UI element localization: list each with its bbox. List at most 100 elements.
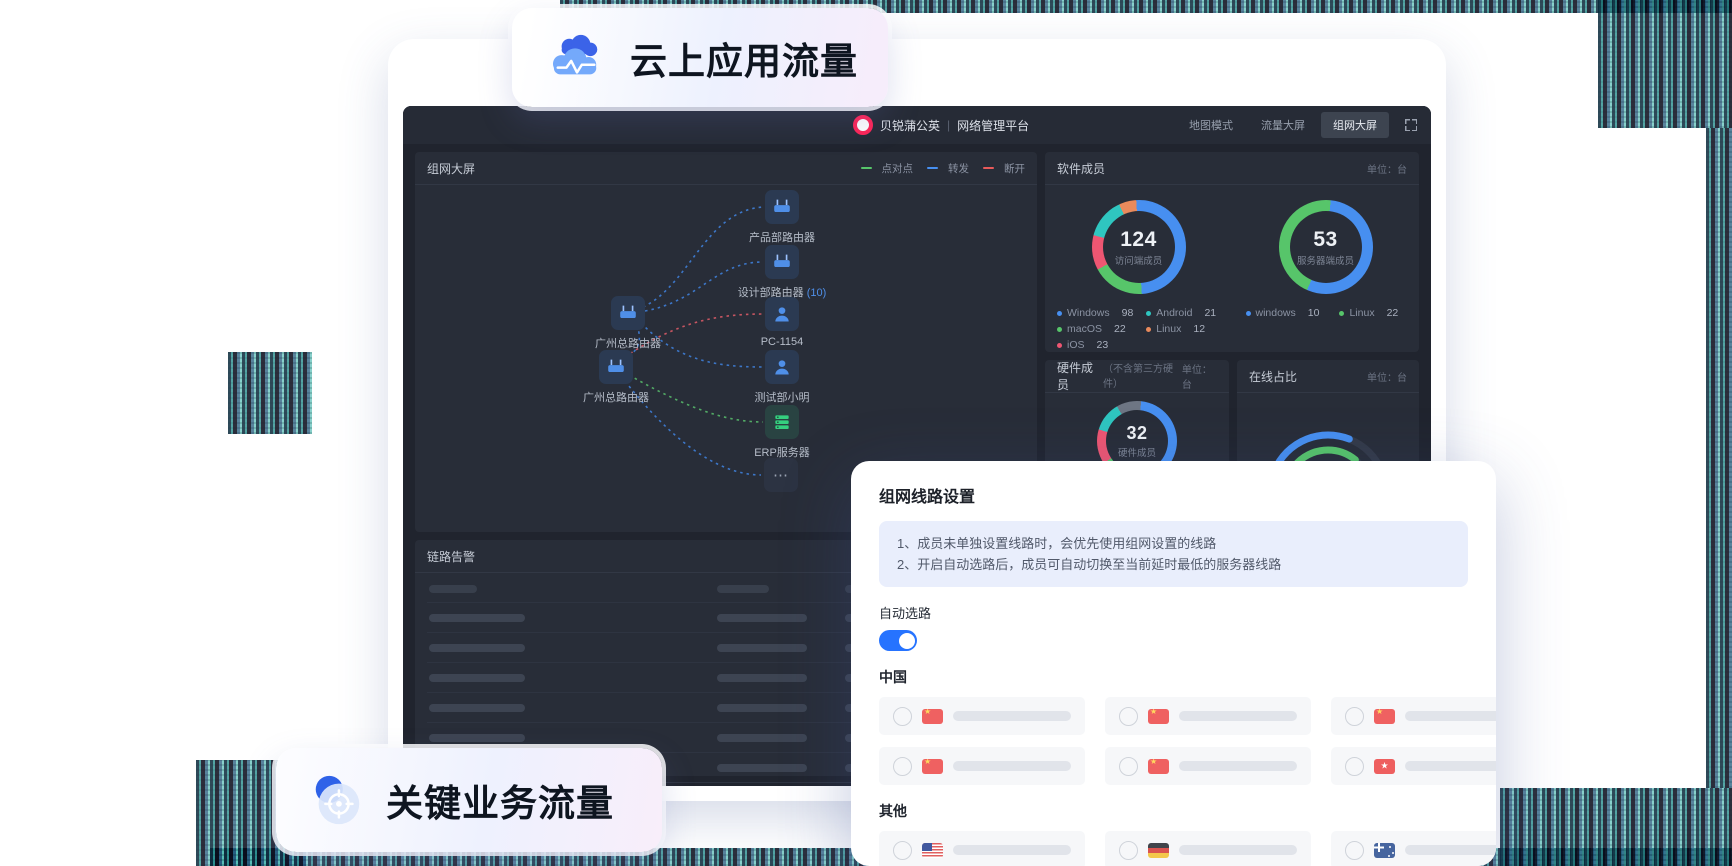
node-gz-main-router-1[interactable]: 广州总路由器 — [578, 296, 678, 351]
radio[interactable] — [1119, 707, 1138, 726]
other-line-options — [879, 831, 1468, 866]
server-members-label: 服务器端成员 — [1297, 253, 1354, 267]
router-icon — [765, 190, 799, 224]
line-option[interactable] — [1331, 831, 1496, 866]
software-members-panel: 软件成员 单位：台 124 访问端成员 — [1045, 152, 1419, 352]
legend-p2p-dash-icon — [861, 167, 872, 169]
fullscreen-icon[interactable] — [1405, 119, 1417, 131]
node-pc-1154[interactable]: PC-1154 — [732, 297, 832, 348]
legend-broken: 断开 — [983, 160, 1025, 176]
cloud-traffic-icon — [546, 33, 608, 83]
line-name-skeleton — [1405, 761, 1496, 771]
radio[interactable] — [1345, 757, 1364, 776]
person-icon — [765, 350, 799, 384]
business-traffic-label: 关键业务流量 — [386, 773, 614, 827]
tip-line-2: 2、开启自动选路后，成员可自动切换至当前延时最低的服务器线路 — [897, 554, 1450, 575]
radio[interactable] — [1119, 757, 1138, 776]
online-unit: 单位：台 — [1367, 369, 1407, 384]
legend-server-windows: windows10 — [1246, 305, 1320, 321]
hardware-members-label: 硬件成员 — [1118, 445, 1156, 459]
radio[interactable] — [893, 841, 912, 860]
line-option[interactable] — [879, 697, 1085, 735]
settings-tips: 1、成员未单独设置线路时，会优先使用组网设置的线路 2、开启自动选路后，成员可自… — [879, 521, 1468, 587]
radio[interactable] — [1345, 841, 1364, 860]
dashboard-header: 贝锐蒲公英 | 网络管理平台 地图模式 流量大屏 组网大屏 — [403, 106, 1431, 144]
radio[interactable] — [1345, 707, 1364, 726]
nav-network-screen[interactable]: 组网大屏 — [1321, 112, 1389, 138]
link-alarm-title: 链路告警 — [427, 548, 475, 565]
node-label: 产品部路由器 — [749, 229, 815, 245]
line-option[interactable] — [1105, 831, 1311, 866]
software-unit: 单位：台 — [1367, 161, 1407, 176]
flag-icon — [1148, 843, 1169, 858]
line-option[interactable] — [1331, 747, 1496, 785]
legend-linux: Linux12 — [1146, 321, 1235, 337]
legend-forward: 转发 — [927, 160, 969, 176]
legend-android: Android21 — [1146, 305, 1235, 321]
server-members-value: 53 — [1313, 228, 1337, 252]
radio[interactable] — [893, 757, 912, 776]
node-label: 测试部小明 — [755, 389, 810, 405]
glitch-noise-right — [1706, 128, 1732, 788]
access-legend: Windows98 macOS22 iOS23 Android21 Linux1… — [1057, 305, 1236, 353]
line-option[interactable] — [1105, 697, 1311, 735]
radio[interactable] — [893, 707, 912, 726]
node-gz-main-router-2[interactable]: 广州总路由器 — [566, 350, 666, 405]
node-test-member[interactable]: 测试部小明 — [732, 350, 832, 405]
software-members-title: 软件成员 — [1057, 160, 1105, 177]
line-name-skeleton — [1405, 845, 1496, 855]
stage: 贝锐蒲公英 | 网络管理平台 地图模式 流量大屏 组网大屏 组网大屏 点对点 — [0, 0, 1732, 866]
glitch-noise-top-right — [1598, 0, 1732, 128]
online-ratio-title: 在线占比 — [1249, 368, 1297, 385]
node-erp-server[interactable]: ERP服务器 — [732, 405, 832, 460]
business-traffic-badge: 关键业务流量 — [276, 748, 662, 852]
china-line-options — [879, 697, 1468, 785]
router-icon — [611, 296, 645, 330]
line-option[interactable] — [1105, 747, 1311, 785]
hardware-members-title: 硬件成员 — [1057, 359, 1099, 393]
line-name-skeleton — [1179, 845, 1297, 855]
legend-server-linux: Linux22 — [1339, 305, 1398, 321]
line-option[interactable] — [1331, 697, 1496, 735]
node-product-router[interactable]: 产品部路由器 — [732, 190, 832, 245]
cloud-traffic-badge: 云上应用流量 — [512, 8, 888, 107]
flag-icon — [1148, 709, 1169, 724]
flag-icon — [1374, 843, 1395, 858]
topology-legend: 点对点 转发 断开 — [861, 160, 1026, 176]
line-option[interactable] — [879, 831, 1085, 866]
line-name-skeleton — [953, 711, 1071, 721]
line-option[interactable] — [879, 747, 1085, 785]
product-name: 网络管理平台 — [957, 117, 1029, 134]
flag-icon — [1374, 709, 1395, 724]
node-more[interactable]: ⋯ — [731, 458, 831, 492]
auto-route-toggle[interactable] — [879, 630, 917, 651]
node-design-router[interactable]: 设计部路由器 (10) — [732, 245, 832, 300]
access-members-label: 访问端成员 — [1115, 253, 1163, 267]
access-members-value: 124 — [1120, 228, 1157, 252]
access-members-donut: 124 访问端成员 — [1092, 200, 1186, 294]
more-icon: ⋯ — [764, 458, 798, 492]
settings-title: 组网线路设置 — [879, 483, 1468, 507]
legend-ios: iOS23 — [1057, 337, 1146, 353]
topology-title: 组网大屏 — [427, 160, 475, 177]
glitch-noise-left — [228, 352, 312, 434]
tip-line-1: 1、成员未单独设置线路时，会优先使用组网设置的线路 — [897, 533, 1450, 554]
legend-forward-dash-icon — [927, 167, 938, 169]
nav-map-mode[interactable]: 地图模式 — [1177, 112, 1245, 138]
flag-icon — [922, 843, 943, 858]
flag-icon — [922, 709, 943, 724]
line-name-skeleton — [1405, 711, 1496, 721]
person-icon — [765, 297, 799, 331]
header-nav: 地图模式 流量大屏 组网大屏 — [1177, 106, 1417, 144]
brand-separator: | — [947, 118, 950, 132]
hardware-members-value: 32 — [1126, 423, 1147, 444]
radio[interactable] — [1119, 841, 1138, 860]
node-label: PC-1154 — [761, 336, 804, 348]
cloud-traffic-label: 云上应用流量 — [630, 31, 858, 85]
node-label: 广州总路由器 — [595, 335, 661, 351]
section-other-label: 其他 — [879, 801, 1468, 821]
server-legend: windows10 Linux22 — [1236, 305, 1408, 353]
nav-traffic-screen[interactable]: 流量大屏 — [1249, 112, 1317, 138]
section-china-label: 中国 — [879, 667, 1468, 687]
line-name-skeleton — [953, 845, 1071, 855]
